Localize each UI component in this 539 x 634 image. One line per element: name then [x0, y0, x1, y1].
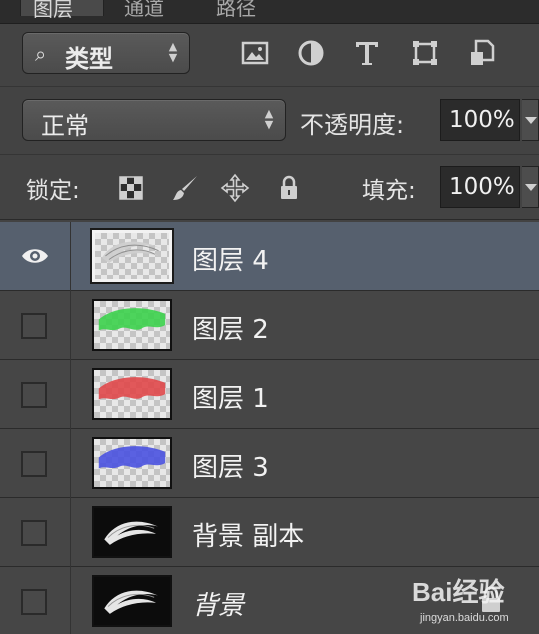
visibility-toggle[interactable]	[21, 382, 47, 408]
blend-row: 正常 ▲ ▼ 不透明度: 100%	[0, 86, 539, 148]
layer-thumbnail	[92, 299, 172, 351]
hair-stroke-graphic	[104, 521, 158, 545]
layer-row[interactable]: 图层 4	[0, 222, 539, 291]
smart-object-filter-icon[interactable]	[468, 38, 498, 68]
adjustment-filter-icon[interactable]	[296, 38, 326, 68]
lock-position-icon[interactable]	[220, 173, 250, 203]
layer-row[interactable]: 背景 副本	[0, 498, 539, 567]
divider	[70, 360, 71, 429]
lock-all-icon[interactable]	[274, 173, 304, 203]
watermark-url: jingyan.baidu.com	[420, 612, 509, 624]
layer-row[interactable]: 图层 1	[0, 360, 539, 429]
chevron-updown-icon: ▲ ▼	[264, 107, 274, 131]
fill-input[interactable]: 100%	[440, 166, 520, 208]
lock-image-pixels-icon[interactable]	[170, 173, 200, 203]
search-icon: ⌕	[35, 42, 47, 66]
divider	[70, 291, 71, 360]
layer-thumbnail	[92, 437, 172, 489]
layer-thumbnail	[92, 506, 172, 558]
shape-filter-icon[interactable]	[410, 38, 440, 68]
blend-mode-select[interactable]: 正常 ▲ ▼	[22, 99, 286, 141]
visibility-toggle[interactable]	[21, 589, 47, 615]
layer-row[interactable]: 图层 3	[0, 429, 539, 498]
baidu-jingyan-watermark: Bai经验 jingyan.baidu.com	[386, 570, 536, 630]
tab-channels[interactable]: 通道	[112, 0, 196, 20]
filter-row: ⌕ 类型 ▲ ▼	[0, 24, 539, 82]
filter-type-label: 类型	[65, 45, 113, 73]
divider	[70, 567, 71, 634]
layer-name[interactable]: 图层 3	[192, 447, 269, 484]
layer-name[interactable]: 图层 2	[192, 309, 269, 346]
filter-type-select[interactable]: ⌕ 类型 ▲ ▼	[22, 32, 190, 74]
layer-name[interactable]: 图层 1	[192, 378, 269, 415]
watermark-text: Bai经验	[412, 577, 505, 607]
layer-name[interactable]: 背景	[192, 585, 244, 622]
chevron-updown-icon: ▲ ▼	[168, 40, 178, 64]
type-filter-icon[interactable]	[352, 38, 382, 68]
divider	[70, 498, 71, 567]
lock-label: 锁定:	[26, 178, 80, 204]
visibility-toggle[interactable]	[21, 451, 47, 477]
fill-dropdown-arrow[interactable]	[522, 166, 539, 208]
image-filter-icon[interactable]	[240, 38, 270, 68]
blend-mode-value: 正常	[41, 112, 89, 140]
divider	[70, 429, 71, 498]
hair-stroke-graphic	[98, 308, 166, 331]
opacity-dropdown-arrow[interactable]	[522, 99, 539, 141]
opacity-input[interactable]: 100%	[440, 99, 520, 141]
eye-icon[interactable]	[20, 244, 50, 268]
layer-row[interactable]: 图层 2	[0, 291, 539, 360]
layer-name[interactable]: 图层 4	[192, 240, 269, 277]
fill-label: 填充:	[362, 178, 416, 204]
layer-thumbnail	[92, 575, 172, 627]
divider	[70, 222, 71, 291]
opacity-label: 不透明度:	[300, 111, 405, 139]
layer-name[interactable]: 背景 副本	[192, 516, 304, 553]
hair-stroke-graphic	[104, 590, 158, 614]
lock-transparent-pixels-icon[interactable]	[116, 173, 146, 203]
hair-stroke-graphic	[98, 446, 166, 469]
visibility-toggle[interactable]	[21, 520, 47, 546]
layer-thumbnail	[92, 230, 172, 282]
layers-panel: ⌕ 类型 ▲ ▼ 正常 ▲ ▼ 不透明度: 100% 锁定: 填充: 100% …	[0, 24, 539, 634]
tab-paths[interactable]: 路径	[204, 0, 288, 20]
layer-thumbnail	[92, 368, 172, 420]
visibility-toggle[interactable]	[21, 313, 47, 339]
hair-stroke-graphic	[98, 377, 166, 400]
tab-layers[interactable]: 图层	[20, 0, 104, 21]
panel-tabs: 图层 通道 路径	[0, 0, 539, 24]
hair-stroke-graphic	[101, 241, 163, 264]
